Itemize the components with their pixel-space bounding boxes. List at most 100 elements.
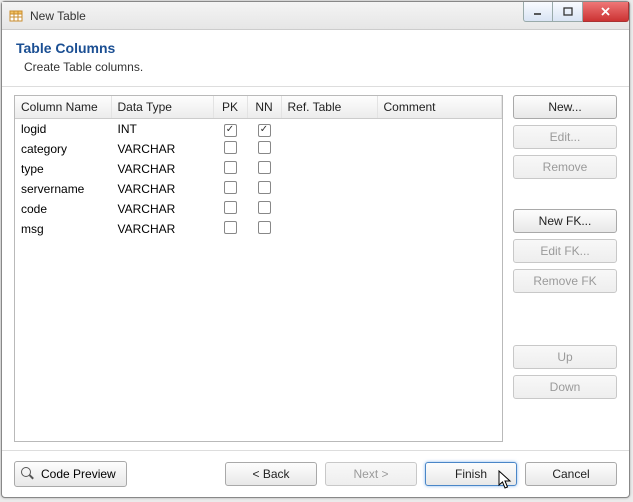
table-row[interactable]: categoryVARCHAR	[15, 139, 502, 159]
side-buttons: New... Edit... Remove New FK... Edit FK.…	[513, 95, 617, 442]
nn-checkbox[interactable]	[258, 161, 271, 174]
header-ref-table[interactable]: Ref. Table	[281, 96, 377, 119]
header-column-name[interactable]: Column Name	[15, 96, 111, 119]
magnifier-icon	[21, 467, 35, 481]
header-comment[interactable]: Comment	[377, 96, 502, 119]
cell-nn[interactable]	[247, 219, 281, 239]
cell-ref-table[interactable]	[281, 179, 377, 199]
cell-nn[interactable]	[247, 199, 281, 219]
spacer	[513, 299, 617, 339]
cell-ref-table[interactable]	[281, 139, 377, 159]
cell-nn[interactable]	[247, 139, 281, 159]
header-nn[interactable]: NN	[247, 96, 281, 119]
pk-checkbox[interactable]	[224, 181, 237, 194]
cell-data-type[interactable]: INT	[111, 119, 213, 139]
minimize-button[interactable]	[523, 2, 553, 22]
nn-checkbox[interactable]	[258, 201, 271, 214]
remove-fk-button[interactable]: Remove FK	[513, 269, 617, 293]
columns-table: Column Name Data Type PK NN Ref. Table C…	[15, 96, 502, 419]
cell-column-name[interactable]: logid	[15, 119, 111, 139]
table-row[interactable]: codeVARCHAR	[15, 199, 502, 219]
cell-nn[interactable]	[247, 119, 281, 139]
remove-button[interactable]: Remove	[513, 155, 617, 179]
titlebar: New Table	[2, 2, 629, 30]
table-header-row: Column Name Data Type PK NN Ref. Table C…	[15, 96, 502, 119]
table-row-empty[interactable]	[15, 347, 502, 365]
cell-column-name[interactable]: code	[15, 199, 111, 219]
cell-comment[interactable]	[377, 139, 502, 159]
cell-ref-table[interactable]	[281, 219, 377, 239]
table-row-empty[interactable]	[15, 383, 502, 401]
table-row-empty[interactable]	[15, 275, 502, 293]
cell-pk[interactable]	[213, 199, 247, 219]
code-preview-label: Code Preview	[41, 467, 116, 481]
cell-column-name[interactable]: type	[15, 159, 111, 179]
cell-pk[interactable]	[213, 159, 247, 179]
table-row-empty[interactable]	[15, 311, 502, 329]
pk-checkbox[interactable]	[224, 221, 237, 234]
cell-column-name[interactable]: msg	[15, 219, 111, 239]
cell-data-type[interactable]: VARCHAR	[111, 179, 213, 199]
table-row-empty[interactable]	[15, 329, 502, 347]
cell-pk[interactable]	[213, 139, 247, 159]
edit-button[interactable]: Edit...	[513, 125, 617, 149]
pk-checkbox[interactable]	[224, 124, 237, 137]
cell-data-type[interactable]: VARCHAR	[111, 139, 213, 159]
footer: Code Preview < Back Next > Finish Cancel	[2, 450, 629, 497]
page-title: Table Columns	[16, 40, 615, 56]
header-pk[interactable]: PK	[213, 96, 247, 119]
finish-button[interactable]: Finish	[425, 462, 517, 486]
close-button[interactable]	[583, 2, 629, 22]
pk-checkbox[interactable]	[224, 141, 237, 154]
table-row-empty[interactable]	[15, 365, 502, 383]
cell-data-type[interactable]: VARCHAR	[111, 159, 213, 179]
table-row[interactable]: msgVARCHAR	[15, 219, 502, 239]
nn-checkbox[interactable]	[258, 181, 271, 194]
table-icon	[8, 8, 24, 24]
down-button[interactable]: Down	[513, 375, 617, 399]
cell-pk[interactable]	[213, 219, 247, 239]
up-button[interactable]: Up	[513, 345, 617, 369]
table-row[interactable]: servernameVARCHAR	[15, 179, 502, 199]
table-row[interactable]: logidINT	[15, 119, 502, 139]
table-row-empty[interactable]	[15, 293, 502, 311]
cell-ref-table[interactable]	[281, 159, 377, 179]
nn-checkbox[interactable]	[258, 221, 271, 234]
cell-ref-table[interactable]	[281, 119, 377, 139]
table-row-empty[interactable]	[15, 401, 502, 419]
cell-nn[interactable]	[247, 159, 281, 179]
cell-comment[interactable]	[377, 159, 502, 179]
edit-fk-button[interactable]: Edit FK...	[513, 239, 617, 263]
content-area: Column Name Data Type PK NN Ref. Table C…	[2, 87, 629, 450]
window-controls	[523, 2, 629, 22]
cell-comment[interactable]	[377, 199, 502, 219]
table-row-empty[interactable]	[15, 257, 502, 275]
code-preview-button[interactable]: Code Preview	[14, 461, 127, 487]
columns-table-wrap[interactable]: Column Name Data Type PK NN Ref. Table C…	[14, 95, 503, 442]
cancel-button[interactable]: Cancel	[525, 462, 617, 486]
cell-comment[interactable]	[377, 179, 502, 199]
next-button[interactable]: Next >	[325, 462, 417, 486]
cell-data-type[interactable]: VARCHAR	[111, 219, 213, 239]
pk-checkbox[interactable]	[224, 161, 237, 174]
cell-ref-table[interactable]	[281, 199, 377, 219]
cell-nn[interactable]	[247, 179, 281, 199]
cell-column-name[interactable]: category	[15, 139, 111, 159]
cell-column-name[interactable]: servername	[15, 179, 111, 199]
table-row-empty[interactable]	[15, 239, 502, 257]
new-button[interactable]: New...	[513, 95, 617, 119]
cell-pk[interactable]	[213, 119, 247, 139]
nn-checkbox[interactable]	[258, 124, 271, 137]
cell-comment[interactable]	[377, 219, 502, 239]
pk-checkbox[interactable]	[224, 201, 237, 214]
new-fk-button[interactable]: New FK...	[513, 209, 617, 233]
cell-pk[interactable]	[213, 179, 247, 199]
back-button[interactable]: < Back	[225, 462, 317, 486]
maximize-button[interactable]	[553, 2, 583, 22]
cell-data-type[interactable]: VARCHAR	[111, 199, 213, 219]
table-row[interactable]: typeVARCHAR	[15, 159, 502, 179]
cell-comment[interactable]	[377, 119, 502, 139]
spacer	[513, 185, 617, 203]
header-data-type[interactable]: Data Type	[111, 96, 213, 119]
nn-checkbox[interactable]	[258, 141, 271, 154]
